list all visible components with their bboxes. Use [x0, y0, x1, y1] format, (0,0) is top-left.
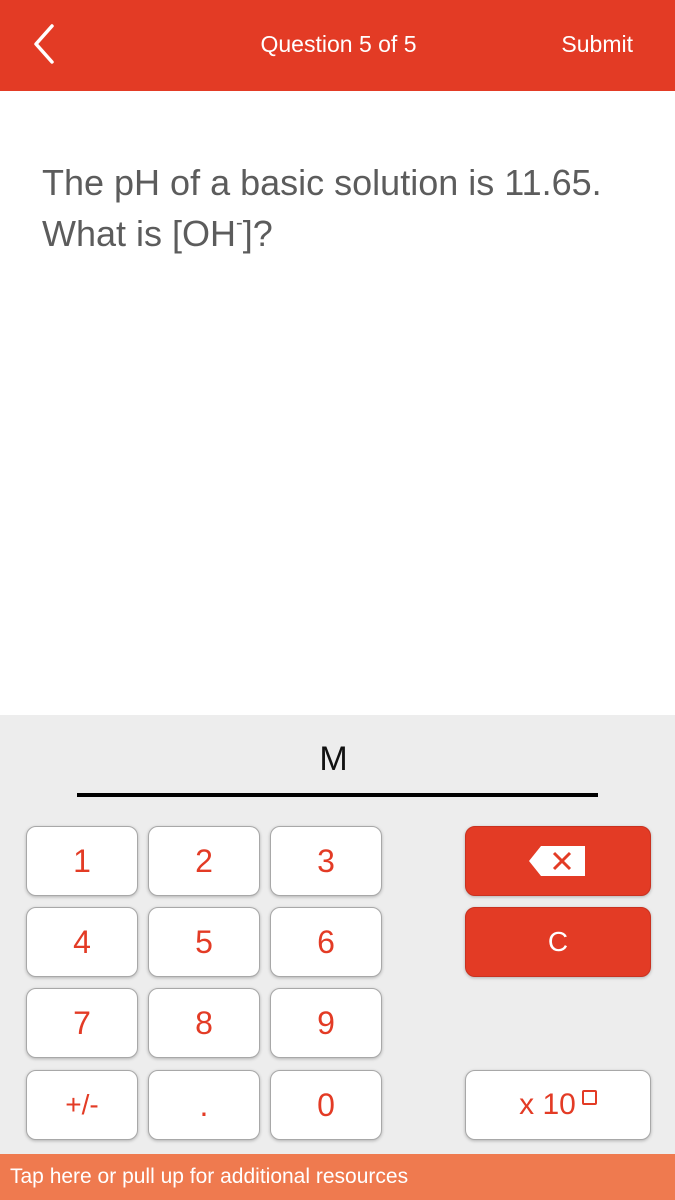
unit-label: M	[319, 740, 348, 778]
key-2[interactable]: 2	[148, 826, 260, 896]
backspace-button[interactable]	[465, 826, 651, 896]
exponent-box-icon	[581, 1089, 597, 1105]
key-6[interactable]: 6	[270, 907, 382, 977]
key-9[interactable]: 9	[270, 988, 382, 1058]
key-8[interactable]: 8	[148, 988, 260, 1058]
key-1[interactable]: 1	[26, 826, 138, 896]
page-title-text: Question 5 of 5	[260, 31, 417, 57]
clear-button[interactable]: C	[465, 907, 651, 977]
question-line-2-suffix: ]?	[242, 213, 273, 254]
answer-unit: M	[0, 740, 675, 779]
question-line-2-prefix: What is [OH	[42, 213, 237, 254]
answer-input-line[interactable]	[77, 793, 598, 797]
plus-minus-key[interactable]: +/-	[26, 1070, 138, 1140]
question-text: The pH of a basic solution is 11.65. Wha…	[42, 160, 662, 256]
exponent-label: x 10	[519, 1088, 576, 1121]
additional-resources-bar[interactable]: Tap here or pull up for additional resou…	[0, 1154, 675, 1200]
key-5[interactable]: 5	[148, 907, 260, 977]
key-0[interactable]: 0	[270, 1070, 382, 1140]
decimal-key[interactable]: .	[148, 1070, 260, 1140]
key-4[interactable]: 4	[26, 907, 138, 977]
backspace-icon	[529, 846, 585, 876]
key-3[interactable]: 3	[270, 826, 382, 896]
superscript-minus: -	[236, 212, 243, 234]
key-7[interactable]: 7	[26, 988, 138, 1058]
question-line-2: What is [OH-]?	[42, 205, 662, 256]
submit-button[interactable]: Submit	[561, 31, 633, 58]
header-bar: Question 5 of 5 Submit	[0, 0, 675, 91]
exponent-button[interactable]: x 10	[465, 1070, 651, 1140]
question-line-1: The pH of a basic solution is 11.65.	[42, 162, 602, 203]
